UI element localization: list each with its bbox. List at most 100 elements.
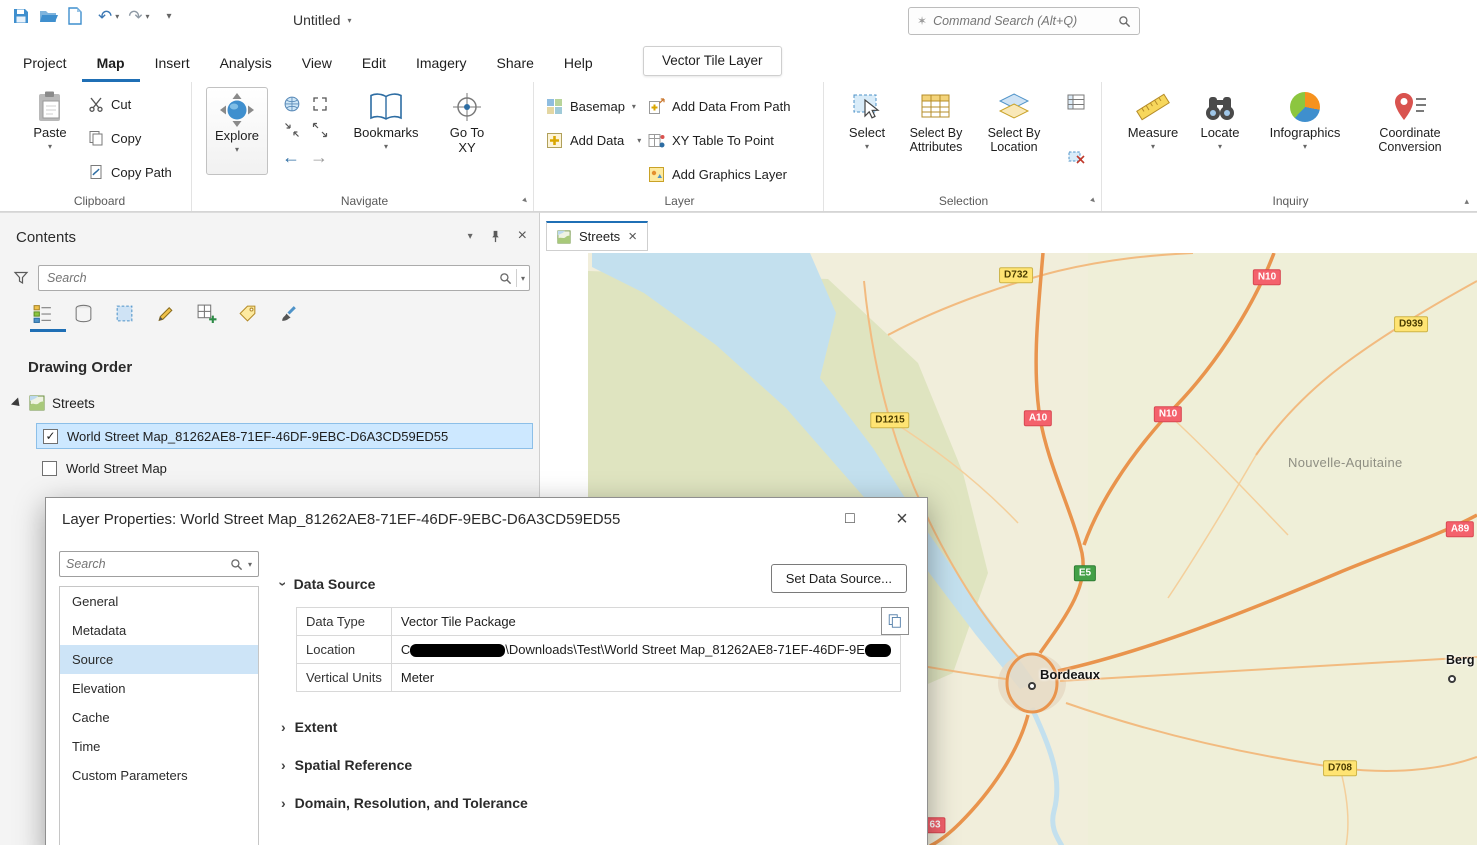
zoom-contract-button[interactable] bbox=[282, 120, 302, 140]
zoom-expand-button[interactable] bbox=[310, 120, 330, 140]
locate-button[interactable]: Locate ▾ bbox=[1194, 89, 1246, 151]
locate-dropdown-icon[interactable]: ▾ bbox=[1218, 142, 1222, 151]
add-data-from-path-button[interactable]: Add Data From Path bbox=[648, 96, 791, 116]
dialog-content: › Data Source Set Data Source... Data Ty… bbox=[281, 550, 915, 845]
nav-item-general[interactable]: General bbox=[60, 587, 258, 616]
tab-imagery[interactable]: Imagery bbox=[401, 44, 482, 82]
select-button[interactable]: Select ▾ bbox=[842, 89, 892, 151]
layer-row-vector-tile[interactable]: ✓ World Street Map_81262AE8-71EF-46DF-9E… bbox=[36, 423, 533, 449]
new-project-icon[interactable] bbox=[67, 7, 83, 25]
paste-button[interactable]: Paste ▾ bbox=[24, 89, 76, 151]
tab-analysis[interactable]: Analysis bbox=[205, 44, 287, 82]
copy-button[interactable]: Copy bbox=[88, 128, 141, 148]
copy-path-button[interactable]: Copy Path bbox=[88, 162, 172, 182]
pane-menu-chevron-icon[interactable]: ▾ bbox=[468, 231, 473, 242]
coordinate-conversion-button[interactable]: Coordinate Conversion bbox=[1366, 89, 1454, 155]
nav-item-cache[interactable]: Cache bbox=[60, 703, 258, 732]
previous-extent-button[interactable]: ← bbox=[282, 148, 300, 166]
pin-icon[interactable] bbox=[489, 230, 502, 243]
customize-toolbar-icon[interactable]: ▾ bbox=[167, 11, 172, 22]
spatial-reference-section-header[interactable]: › Spatial Reference bbox=[281, 757, 412, 773]
tab-map[interactable]: Map bbox=[82, 44, 140, 82]
layer-checkbox-checked[interactable]: ✓ bbox=[43, 429, 58, 444]
copy-location-button[interactable] bbox=[881, 607, 909, 635]
bookmarks-dropdown-icon[interactable]: ▾ bbox=[384, 142, 388, 151]
explore-button[interactable]: Explore ▾ bbox=[206, 87, 268, 175]
command-search[interactable]: ✶ bbox=[908, 7, 1140, 35]
list-by-selection-button[interactable] bbox=[112, 301, 136, 325]
nav-item-elevation[interactable]: Elevation bbox=[60, 674, 258, 703]
tab-view[interactable]: View bbox=[287, 44, 347, 82]
redo-dropdown-icon[interactable]: ▾ bbox=[146, 12, 150, 21]
go-to-xy-button[interactable]: Go To XY bbox=[440, 89, 494, 156]
xy-table-to-point-button[interactable]: XY Table To Point bbox=[648, 130, 774, 150]
paste-dropdown-icon[interactable]: ▾ bbox=[48, 142, 52, 151]
undo-dropdown-icon[interactable]: ▾ bbox=[115, 12, 119, 21]
close-pane-icon[interactable]: × bbox=[518, 229, 527, 243]
search-chevron-icon[interactable]: ▾ bbox=[248, 560, 252, 569]
redo-button[interactable]: ↷▾ bbox=[128, 8, 149, 25]
dialog-search[interactable]: ▾ bbox=[59, 551, 259, 577]
maximize-icon[interactable]: □ bbox=[835, 504, 865, 534]
tab-project[interactable]: Project bbox=[8, 44, 82, 82]
basemap-button[interactable]: Basemap ▾ bbox=[546, 96, 636, 116]
nav-item-custom-parameters[interactable]: Custom Parameters bbox=[60, 761, 258, 790]
ribbon-collapse-icon[interactable]: ▴ bbox=[1464, 196, 1469, 207]
bookmarks-button[interactable]: Bookmarks ▾ bbox=[348, 89, 424, 151]
list-by-symbology-button[interactable] bbox=[276, 301, 300, 325]
expand-collapse-icon[interactable] bbox=[11, 397, 23, 409]
list-by-snapping-button[interactable] bbox=[194, 301, 218, 325]
command-search-input[interactable] bbox=[933, 14, 1112, 28]
search-options-chevron-icon[interactable]: ▾ bbox=[521, 274, 525, 283]
select-by-attributes-button[interactable]: Select By Attributes bbox=[902, 89, 970, 155]
close-icon[interactable]: × bbox=[887, 504, 917, 534]
open-project-icon[interactable] bbox=[39, 7, 58, 25]
clear-selection-button[interactable] bbox=[1066, 148, 1086, 168]
tab-vector-tile-layer[interactable]: Vector Tile Layer bbox=[643, 46, 782, 76]
undo-button[interactable]: ↶▾ bbox=[98, 8, 119, 25]
list-by-editing-button[interactable] bbox=[153, 301, 177, 325]
fixed-zoom-in-button[interactable] bbox=[310, 94, 330, 114]
tab-edit[interactable]: Edit bbox=[347, 44, 401, 82]
tab-insert[interactable]: Insert bbox=[140, 44, 205, 82]
cut-button[interactable]: Cut bbox=[88, 94, 131, 114]
measure-button[interactable]: Measure ▾ bbox=[1124, 89, 1182, 151]
filter-icon[interactable] bbox=[13, 270, 29, 286]
list-by-labeling-button[interactable] bbox=[235, 301, 259, 325]
select-by-location-button[interactable]: Select By Location bbox=[980, 89, 1048, 155]
list-by-drawing-order-button[interactable] bbox=[30, 301, 54, 325]
infographics-button[interactable]: Infographics ▾ bbox=[1266, 89, 1344, 151]
nav-item-source[interactable]: Source bbox=[60, 645, 258, 674]
tab-help[interactable]: Help bbox=[549, 44, 608, 82]
attribute-table-button[interactable] bbox=[1066, 92, 1086, 112]
add-data-button[interactable]: Add Data ▾ bbox=[546, 130, 641, 150]
layer-row-world-street-map[interactable]: World Street Map bbox=[36, 455, 533, 481]
add-data-dropdown-icon[interactable]: ▾ bbox=[637, 136, 641, 145]
project-title[interactable]: Untitled ▾ bbox=[293, 12, 351, 28]
map-view-tab-streets[interactable]: Streets × bbox=[546, 221, 648, 251]
save-project-icon[interactable] bbox=[12, 7, 30, 25]
next-extent-button[interactable]: → bbox=[310, 148, 328, 166]
domain-resolution-tolerance-section-header[interactable]: › Domain, Resolution, and Tolerance bbox=[281, 795, 528, 811]
layer-checkbox-unchecked[interactable] bbox=[42, 461, 57, 476]
nav-item-metadata[interactable]: Metadata bbox=[60, 616, 258, 645]
data-source-section-header[interactable]: › Data Source bbox=[281, 576, 375, 592]
measure-dropdown-icon[interactable]: ▾ bbox=[1151, 142, 1155, 151]
add-graphics-layer-button[interactable]: Add Graphics Layer bbox=[648, 164, 787, 184]
extent-section-header[interactable]: › Extent bbox=[281, 719, 337, 735]
close-tab-icon[interactable]: × bbox=[628, 228, 637, 245]
select-dropdown-icon[interactable]: ▾ bbox=[865, 142, 869, 151]
list-by-data-source-button[interactable] bbox=[71, 301, 95, 325]
nav-item-time[interactable]: Time bbox=[60, 732, 258, 761]
infographics-dropdown-icon[interactable]: ▾ bbox=[1303, 142, 1307, 151]
set-data-source-button[interactable]: Set Data Source... bbox=[771, 564, 907, 593]
basemap-dropdown-icon[interactable]: ▾ bbox=[632, 102, 636, 111]
dialog-title-bar[interactable]: Layer Properties: World Street Map_81262… bbox=[46, 498, 927, 540]
full-extent-button[interactable] bbox=[282, 94, 302, 114]
contents-search[interactable]: ▾ bbox=[38, 265, 530, 291]
tab-share[interactable]: Share bbox=[482, 44, 549, 82]
explore-dropdown-icon[interactable]: ▾ bbox=[235, 145, 239, 154]
dialog-search-input[interactable] bbox=[66, 557, 225, 571]
contents-search-input[interactable] bbox=[39, 271, 499, 285]
tree-item-map[interactable]: Streets bbox=[12, 395, 95, 411]
